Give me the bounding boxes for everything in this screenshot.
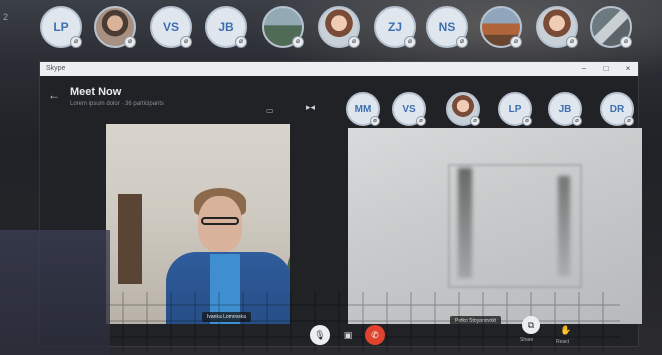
avatar-initials: VS — [162, 20, 179, 34]
avatar-initials: MM — [354, 103, 372, 115]
participant-avatar[interactable]: VS ⌀ — [150, 6, 192, 48]
muted-mic-icon: ⌀ — [348, 36, 360, 48]
participant-avatar[interactable]: LP ⌀ — [498, 92, 532, 126]
participant-avatar[interactable]: JB ⌀ — [205, 6, 247, 48]
muted-mic-icon: ⌀ — [180, 36, 192, 48]
microphone-icon: 🎙 — [314, 329, 326, 340]
avatar-initials: LP — [508, 103, 522, 115]
muted-mic-icon: ⌀ — [566, 36, 578, 48]
muted-mic-icon: ⌀ — [624, 116, 634, 126]
microphone-button[interactable]: 🎙 — [310, 325, 330, 345]
avatar-initials: JB — [558, 103, 572, 115]
muted-mic-icon: ⌀ — [292, 36, 304, 48]
participant-avatar-photo[interactable]: ⌀ — [536, 6, 578, 48]
react-label: React — [556, 339, 570, 345]
chat-icon[interactable]: ▭ — [266, 106, 274, 115]
avatar-initials: VS — [402, 103, 416, 115]
muted-mic-icon: ⌀ — [404, 36, 416, 48]
avatar-initials: JB — [218, 20, 234, 34]
title-bar: Skype – □ × — [40, 62, 638, 76]
meeting-subtitle: Lorem ipsum dolor · 36 participants — [70, 101, 165, 107]
muted-mic-icon: ⌀ — [370, 116, 380, 126]
notebook-reflection — [0, 230, 110, 355]
participant-avatar[interactable]: VS ⌀ — [392, 92, 426, 126]
participant-avatar[interactable]: DR ⌀ — [600, 92, 634, 126]
participant-avatar-photo[interactable]: ⌀ — [318, 6, 360, 48]
background-door — [118, 194, 142, 284]
muted-mic-icon: ⌀ — [235, 36, 247, 48]
muted-mic-icon: ⌀ — [510, 36, 522, 48]
participant-avatar-photo[interactable]: ⌀ — [446, 92, 480, 126]
share-screen-button[interactable]: ⧉ — [522, 316, 540, 334]
participant-avatar[interactable]: ZJ ⌀ — [374, 6, 416, 48]
muted-mic-icon: ⌀ — [620, 36, 632, 48]
avatar-initials: LP — [53, 20, 69, 34]
react-button[interactable]: ✋ — [556, 320, 576, 340]
minimize-button[interactable]: – — [574, 62, 594, 76]
muted-mic-icon: ⌀ — [572, 116, 582, 126]
share-screen-icon: ⧉ — [527, 319, 535, 330]
meeting-title: Meet Now — [70, 86, 122, 98]
muted-mic-icon: ⌀ — [522, 116, 532, 126]
pin-icon[interactable]: ▸◂ — [306, 102, 315, 113]
hang-up-icon: ✆ — [371, 329, 379, 340]
end-call-button[interactable]: ✆ — [365, 325, 385, 345]
back-arrow-icon[interactable]: ← — [48, 88, 60, 102]
avatar-initials: DR — [609, 103, 625, 115]
avatar-initials: ZJ — [387, 20, 402, 34]
participant-avatar[interactable]: MM ⌀ — [346, 92, 380, 126]
avatar-initials: NS — [438, 20, 456, 34]
photo-scene: 2 LP ⌀ ⌀ VS ⌀ JB ⌀ ⌀ ⌀ ZJ ⌀ NS ⌀ ⌀ ⌀ ⌀ Skype – □ × ← Me… — [0, 0, 662, 355]
participant-avatar-photo[interactable]: ⌀ — [94, 6, 136, 48]
camera-icon: ▣ — [343, 329, 353, 340]
maximize-button[interactable]: □ — [596, 62, 616, 76]
muted-mic-icon: ⌀ — [416, 116, 426, 126]
participant-avatar-photo[interactable]: ⌀ — [590, 6, 632, 48]
camera-button[interactable]: ▣ — [338, 325, 358, 345]
participant-avatar[interactable]: LP ⌀ — [40, 6, 82, 48]
muted-mic-icon: ⌀ — [70, 36, 82, 48]
muted-mic-icon: ⌀ — [456, 36, 468, 48]
muted-mic-icon: ⌀ — [124, 36, 136, 48]
raise-hand-icon: ✋ — [560, 324, 572, 335]
keyboard-reflection — [100, 292, 620, 352]
window-title: Skype — [46, 65, 66, 72]
participant-glasses — [201, 217, 239, 225]
participant-avatar[interactable]: NS ⌀ — [426, 6, 468, 48]
close-button[interactable]: × — [618, 62, 638, 76]
blurred-shape — [558, 176, 570, 276]
participant-avatar-photo[interactable]: ⌀ — [262, 6, 304, 48]
participant-avatar-photo[interactable]: ⌀ — [480, 6, 522, 48]
muted-mic-icon: ⌀ — [470, 116, 480, 126]
participant-avatar[interactable]: JB ⌀ — [548, 92, 582, 126]
share-label: Share — [520, 337, 534, 343]
blurred-shape — [458, 168, 472, 278]
edge-number: 2 — [3, 12, 9, 22]
